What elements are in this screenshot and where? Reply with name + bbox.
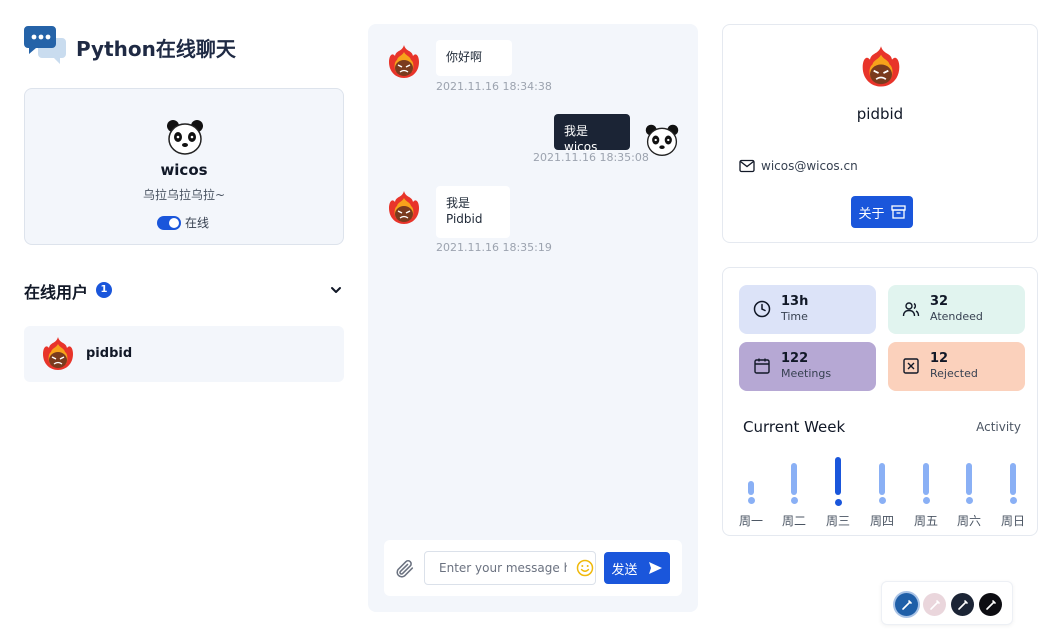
chat-message: 我是 Pidbid [436,186,510,238]
theme-switcher [881,581,1013,625]
app-title: Python在线聊天 [76,37,236,61]
clock-icon [753,300,771,318]
activity-bar [1010,463,1016,495]
x-square-icon [903,358,919,374]
brush-icon [985,599,996,610]
calendar-icon [754,358,770,374]
day-label: 周二 [781,514,806,528]
message-composer: 发送 [384,540,682,596]
fire-avatar-icon [389,191,419,224]
my-profile-card: wicos 乌拉乌拉乌拉~ 在线 [24,88,344,245]
message-timestamp: 2021.11.16 18:34:38 [436,80,552,93]
emoji-icon[interactable] [576,559,594,577]
fire-avatar-icon [43,337,73,370]
contact-email: wicos@wicos.cn [761,159,858,173]
activity-dot [747,497,755,504]
mail-icon [739,159,755,173]
fire-avatar-icon [389,45,419,78]
activity-bar-active [835,457,841,495]
status-label: 在线 [185,216,210,230]
stat-value: 122 [781,351,809,366]
theme-black-swatch[interactable] [979,593,1002,616]
stat-value: 12 [930,351,949,366]
brush-icon [901,599,912,610]
online-toggle[interactable] [157,215,181,230]
message-timestamp: 2021.11.16 18:35:08 [533,151,649,164]
day-label: 周日 [1000,514,1025,528]
activity-bar [748,481,754,495]
about-button[interactable]: 关于 [851,196,913,228]
brush-icon [929,599,940,610]
stat-value: 32 [930,294,949,309]
chevron-down-icon[interactable] [328,282,344,298]
stat-label: Atendeed [930,310,983,323]
users-icon [902,302,920,317]
day-label: 周六 [956,514,981,528]
panda-avatar-icon [167,120,203,155]
activity-bar [791,463,797,495]
theme-pink-swatch[interactable] [923,593,946,616]
chat-message-own: 我是wicos [554,114,630,154]
chat-message-line: 我是 [446,196,471,210]
stat-meetings: 122 Meetings [739,342,876,391]
online-count-badge: 1 [96,282,112,298]
theme-blue-swatch[interactable] [895,593,918,616]
contact-email-row: wicos@wicos.cn [739,159,858,173]
stats-card: 13h Time 32 Atendeed 122 Meetings 12 Rej… [722,267,1038,536]
day-label: 周五 [913,514,938,528]
panda-avatar-icon [645,124,679,156]
paperclip-icon[interactable] [394,558,416,580]
activity-dot [878,497,886,504]
message-timestamp: 2021.11.16 18:35:19 [436,241,552,254]
send-icon [648,562,662,574]
chat-message-line: Pidbid [446,212,483,226]
day-label: 周三 [825,514,850,528]
chat-panel [368,24,698,612]
message-input[interactable] [424,551,596,585]
fire-avatar-icon [862,46,900,87]
online-user-item[interactable]: pidbid [24,326,344,382]
contact-info-card: pidbid wicos@wicos.cn 关于 [722,24,1038,243]
chat-logo-icon [24,26,66,64]
online-status: 在线 [157,214,209,231]
stat-label: Time [781,310,808,323]
week-activity-label: Activity [976,420,1021,434]
archive-icon [890,205,906,219]
week-title: Current Week [743,418,846,436]
online-users-title: 在线用户 [24,283,89,302]
activity-bar [923,463,929,495]
send-button[interactable]: 发送 [604,552,670,584]
stat-value: 13h [781,294,809,309]
activity-dot [965,497,973,504]
day-label: 周一 [738,514,763,528]
my-name: wicos [160,161,208,179]
activity-dot [790,497,798,504]
stat-label: Rejected [930,367,978,380]
send-label: 发送 [611,562,638,578]
activity-bar [879,463,885,495]
my-motto: 乌拉乌拉乌拉~ [142,188,226,202]
stat-attended: 32 Atendeed [888,285,1025,334]
theme-dark-swatch[interactable] [951,593,974,616]
activity-dot-active [834,499,842,506]
stat-rejected: 12 Rejected [888,342,1025,391]
activity-dot [922,497,930,504]
day-label: 周四 [869,514,894,528]
stat-label: Meetings [781,367,832,380]
brush-icon [957,599,968,610]
stat-time: 13h Time [739,285,876,334]
activity-bar [966,463,972,495]
activity-dot [1009,497,1017,504]
contact-name: pidbid [856,105,904,123]
about-label: 关于 [858,206,885,222]
chat-message: 你好啊 [436,40,512,76]
online-user-name: pidbid [86,346,133,361]
